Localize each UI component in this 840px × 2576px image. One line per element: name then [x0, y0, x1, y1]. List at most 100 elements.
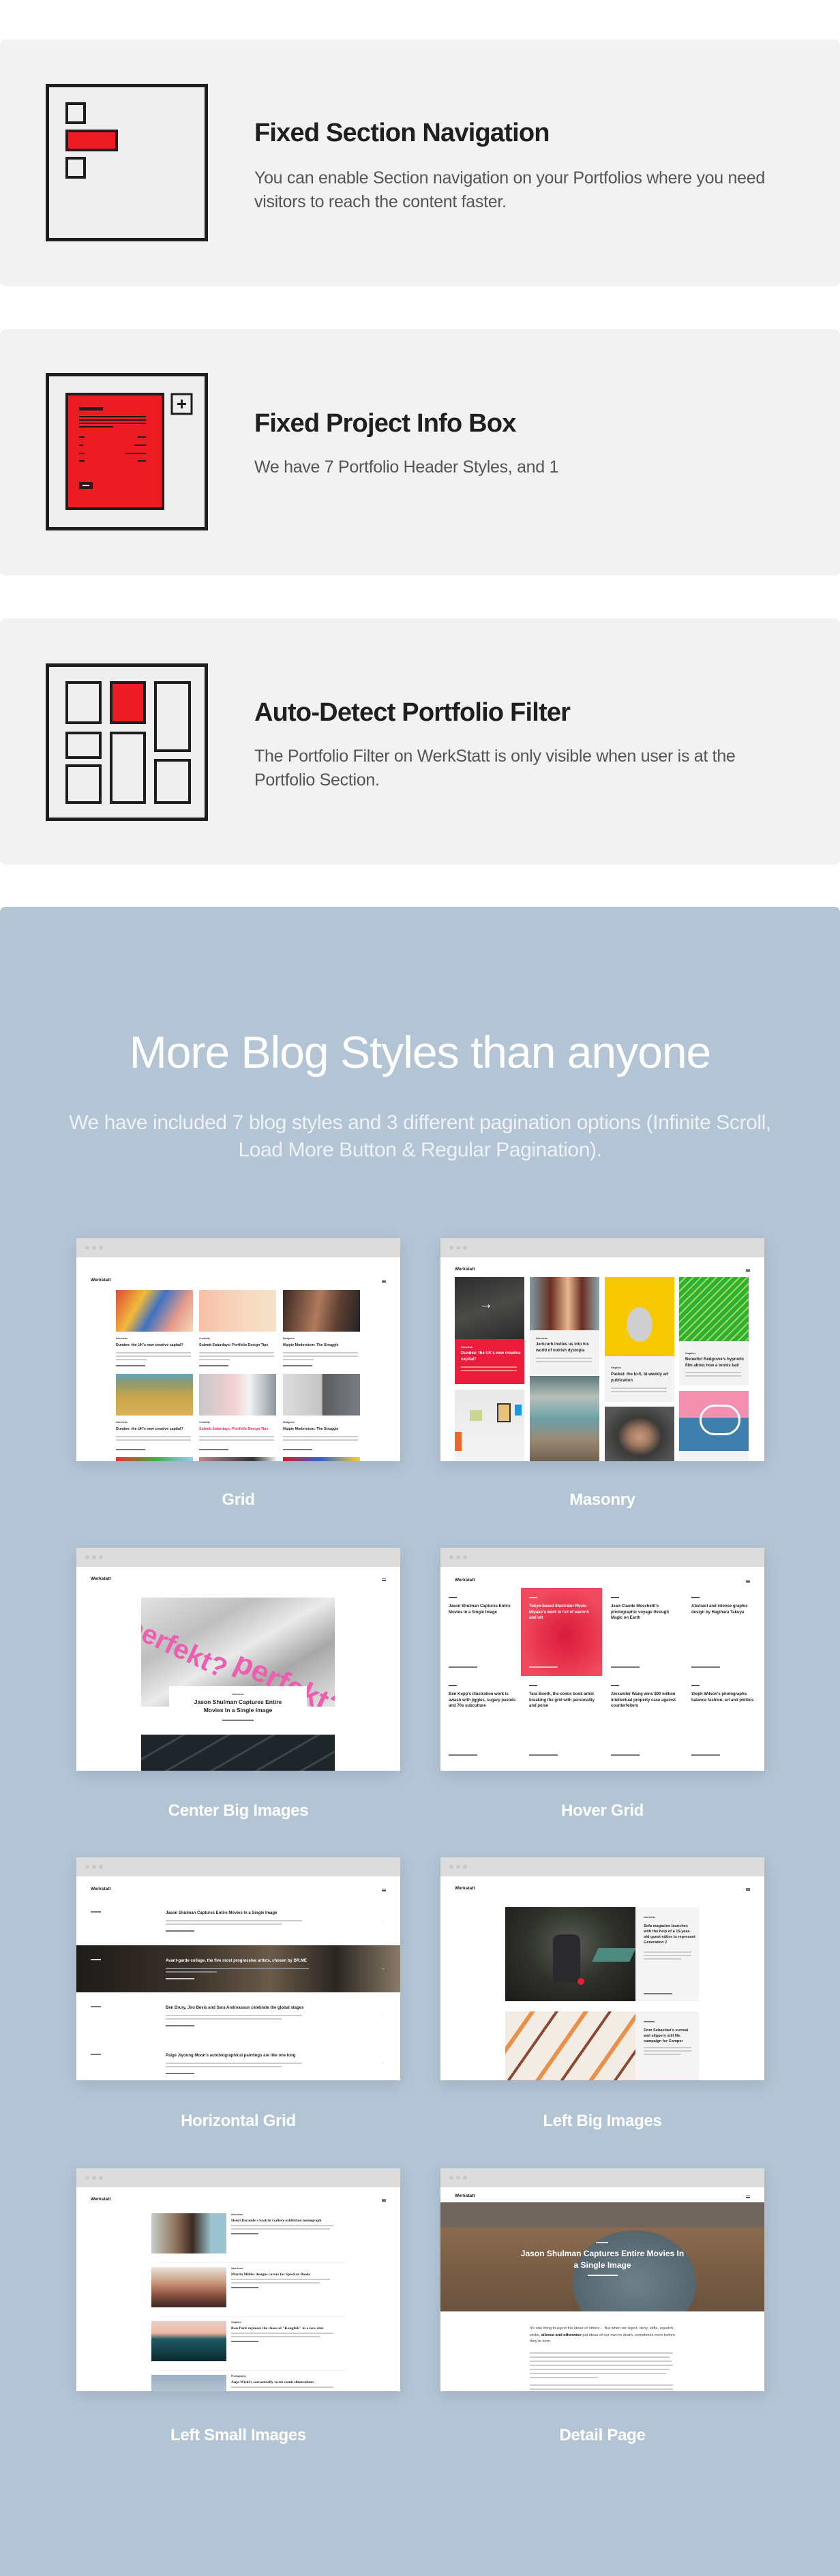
post-title[interactable]: Jason Shulman Captures Entire Movies In … — [186, 1698, 290, 1714]
window-dot-icon — [463, 1555, 467, 1559]
text-placeholder-line — [530, 2373, 666, 2374]
post-category — [611, 1685, 619, 1686]
post-card-hovered[interactable] — [521, 1588, 602, 1676]
menu-icon — [382, 1889, 386, 1891]
text-placeholder-line — [160, 2262, 345, 2263]
post-image — [605, 1407, 674, 1461]
post-title[interactable]: Paige Jiyoung Moon's autobiographical pa… — [166, 2053, 370, 2059]
feature-description: We have 7 Portfolio Header Styles, and 1 — [254, 458, 559, 477]
post-title[interactable]: Ran Park explores the chaos of "Konglish… — [231, 2326, 368, 2332]
decoration — [79, 453, 85, 454]
detail-page-style-preview[interactable]: Werkstatt Jason Shulman Captures Entire … — [440, 2168, 764, 2391]
post-card[interactable]: Interviews Sofa magazine launches with t… — [635, 1907, 699, 2001]
post-card[interactable]: Graphics Packet: the lo-fi, bi-weekly ar… — [605, 1356, 674, 1402]
post-title[interactable]: Steph Wilson's photographs balance fashi… — [691, 1692, 760, 1703]
decoration — [177, 403, 186, 405]
browser-bar — [76, 1238, 400, 1257]
text-placeholder-line — [199, 1365, 228, 1366]
text-placeholder-line — [222, 1720, 254, 1721]
post-title[interactable]: Jason Shulman Captures Entire Movies In … — [449, 1604, 517, 1615]
style-label: Left Small Images — [170, 2426, 306, 2444]
post-title[interactable]: Jason Shulman Captures Entire Movies In … — [166, 1911, 370, 1917]
post-title[interactable]: Dundee: the UK's new creative capital? — [116, 1426, 194, 1433]
style-label: Hover Grid — [560, 1801, 644, 1820]
post-title[interactable]: Dundee: the UK's new creative capital? — [461, 1351, 521, 1362]
post-title[interactable]: Dom Sebastian's surreal and slippery sti… — [644, 2028, 695, 2044]
decoration — [455, 1432, 462, 1451]
post-title[interactable]: Sofa magazine launches with the help of … — [644, 1923, 695, 1945]
text-placeholder-line — [199, 1356, 274, 1357]
arrow-right-icon[interactable]: → — [380, 2013, 385, 2018]
post-card-hovered[interactable]: Interviews Dundee: the UK's new creative… — [455, 1339, 524, 1384]
post-title-hovered[interactable]: Submit Saturdays: Portfolio Design Tips — [199, 1426, 278, 1433]
text-placeholder-line — [283, 1352, 358, 1353]
post-title[interactable]: Tokyo-based illustrator Ryuto Miyake's w… — [529, 1604, 597, 1621]
post-category: Interviews — [116, 1421, 128, 1424]
browser-bar — [440, 1548, 764, 1567]
post-title[interactable]: Alexander Wang wins $90 million intellec… — [611, 1692, 679, 1709]
hover-grid-style-preview[interactable]: Werkstatt Jason Shulman Captures Entire … — [440, 1548, 764, 1771]
post-category — [449, 1597, 457, 1598]
post-title[interactable]: Anja Wicki's sarcastically sweet comic i… — [231, 2380, 368, 2386]
post-title[interactable]: Ben Drury, Jiro Bevis and Sara Andreasso… — [166, 2005, 370, 2011]
center-big-images-style-preview[interactable]: Werkstatt perfekt? perfekt? Interviews J… — [76, 1548, 400, 1771]
post-card[interactable]: Graphics Benedict Redgrove's hypnotic fi… — [679, 1341, 749, 1386]
text-placeholder-line — [530, 2352, 673, 2354]
post-image — [116, 1374, 193, 1416]
arrow-right-icon[interactable]: → — [380, 1966, 385, 1971]
decoration — [65, 764, 102, 804]
post-card[interactable]: Dom Sebastian's surreal and slippery sti… — [635, 2011, 699, 2080]
text-placeholder-line — [283, 1356, 358, 1357]
text-placeholder-line — [283, 1439, 358, 1441]
post-card[interactable]: Interviews Jason Shulman Captures Entire… — [169, 1686, 307, 1726]
menu-icon — [382, 1280, 386, 1283]
post-image — [151, 2375, 226, 2391]
text-placeholder-line — [644, 1951, 691, 1953]
masonry-style-preview[interactable]: Werkstatt → Interviews Dundee: the UK's … — [440, 1238, 764, 1461]
post-title[interactable]: Jerkcurb invites us into his world of no… — [536, 1342, 597, 1353]
decoration — [154, 759, 191, 804]
post-title[interactable]: Henri Barande's Saatchi Gallery exhibiti… — [231, 2218, 368, 2224]
post-title[interactable]: Packet: the lo-fi, bi-weekly art publica… — [611, 1372, 672, 1383]
post-title[interactable]: Martin Müller designs covers for Speckan… — [231, 2272, 368, 2278]
grid-style-preview[interactable]: Werkstatt Interviews Creativity Designer… — [76, 1238, 400, 1461]
decoration: silence and otherwise — [541, 2333, 582, 2337]
post-row-hovered[interactable] — [76, 1945, 400, 1992]
post-title[interactable]: Jean-Claude Moschetti's photographic voy… — [611, 1604, 679, 1621]
text-placeholder-line — [91, 1959, 101, 1960]
post-title[interactable]: Abstract and intense graphic design by H… — [691, 1604, 756, 1615]
text-placeholder-line — [611, 1666, 640, 1668]
post-title[interactable]: Dundee: the UK's new creative capital? — [116, 1343, 194, 1349]
post-title[interactable]: Submit Saturdays: Portfolio Design Tips — [199, 1343, 278, 1349]
text-placeholder-line — [461, 1370, 517, 1371]
post-title[interactable]: Hippie Modernism: The Struggle — [283, 1343, 361, 1349]
post-title[interactable]: Avant-garde collage, the five most progr… — [166, 1958, 370, 1964]
text-placeholder-line — [231, 2386, 333, 2388]
post-title[interactable]: Hippie Modernism: The Struggle — [283, 1426, 361, 1433]
text-placeholder-line — [529, 1754, 558, 1756]
arrow-right-icon[interactable]: → — [380, 2061, 385, 2066]
post-category: Interviews — [644, 1916, 656, 1919]
post-image — [505, 1907, 636, 2001]
text-placeholder-line — [166, 2063, 302, 2064]
arrow-right-icon[interactable]: → — [380, 1919, 385, 1923]
post-title[interactable]: Ben Kopp's illustration work is awash wi… — [449, 1692, 517, 1709]
decoration — [110, 681, 146, 724]
left-big-images-style-preview[interactable]: Werkstatt Interviews Sofa magazine launc… — [440, 1857, 764, 2080]
decoration — [65, 102, 86, 124]
post-title[interactable]: Tara Booth, the comic book artist breaki… — [529, 1692, 597, 1709]
text-placeholder-line — [116, 1436, 191, 1437]
post-card[interactable]: Interviews Jerkcurb invites us into his … — [530, 1330, 599, 1375]
post-image — [530, 1277, 599, 1330]
post-image — [530, 1376, 599, 1461]
text-placeholder-line — [166, 1920, 302, 1921]
left-small-images-style-preview[interactable]: Werkstatt Interviews Interviews Graphics… — [76, 2168, 400, 2391]
style-label: Masonry — [569, 1491, 635, 1509]
decoration — [65, 157, 86, 179]
menu-icon — [746, 2196, 750, 2198]
text-placeholder-line — [536, 1361, 592, 1362]
browser-bar — [440, 2168, 764, 2187]
text-placeholder-line — [536, 1358, 592, 1359]
post-title[interactable]: Benedict Redgrove's hypnotic film about … — [685, 1357, 748, 1368]
horizontal-grid-style-preview[interactable]: Werkstatt Jason Shulman Captures Entire … — [76, 1857, 400, 2080]
